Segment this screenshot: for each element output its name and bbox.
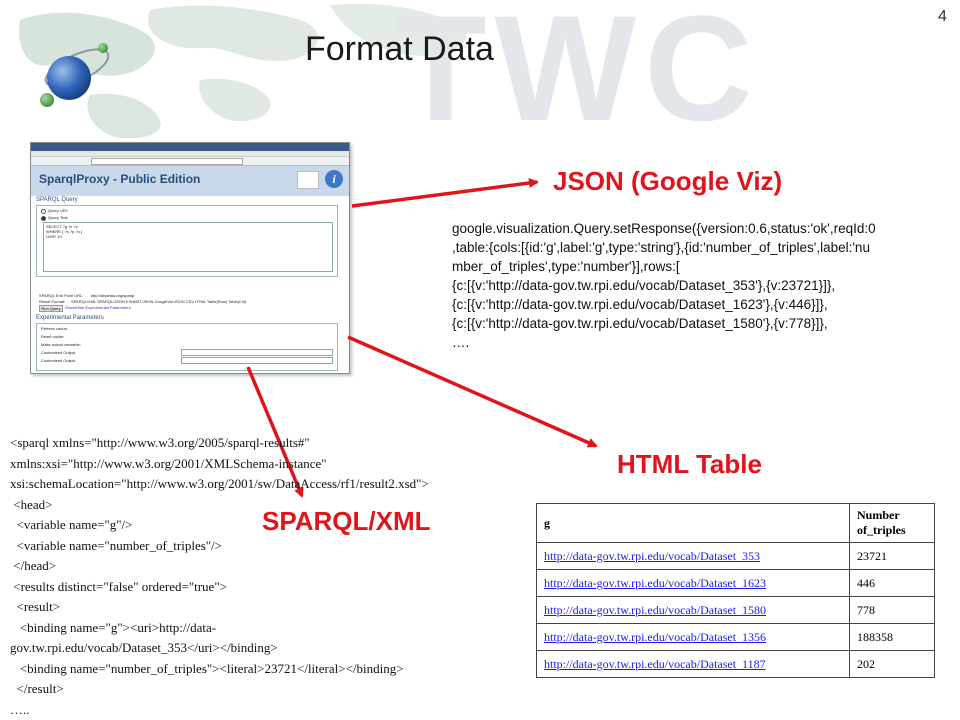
triples-count: 202 bbox=[849, 650, 935, 678]
arrow-to-html-table bbox=[347, 335, 598, 448]
watermark-text: TWC bbox=[395, 0, 761, 152]
triples-count: 778 bbox=[849, 596, 935, 624]
browser-titlebar bbox=[31, 143, 349, 151]
endpoint-label: SPARQL End Point URL: bbox=[39, 293, 84, 298]
run-query-button: Run Query bbox=[39, 305, 63, 312]
html-results-table: g Number of_triples http://data-gov.tw.r… bbox=[536, 503, 935, 678]
table-row: http://data-gov.tw.rpi.edu/vocab/Dataset… bbox=[536, 623, 935, 651]
dataset-link[interactable]: http://data-gov.tw.rpi.edu/vocab/Dataset… bbox=[544, 603, 766, 617]
param-customized-output-1: Customized Output bbox=[41, 350, 76, 355]
table-row: http://data-gov.tw.rpi.edu/vocab/Dataset… bbox=[536, 569, 935, 597]
endpoint-value: http://dbpedia.org/sparql bbox=[91, 293, 135, 298]
table-header-number-of-triples: Number of_triples bbox=[849, 503, 935, 543]
query-text-radio bbox=[41, 216, 46, 221]
triples-count: 23721 bbox=[849, 542, 935, 570]
slide-title: Format Data bbox=[305, 30, 494, 68]
table-row: http://data-gov.tw.rpi.edu/vocab/Dataset… bbox=[536, 542, 935, 570]
app-header: SparqlProxy - Public Edition i bbox=[31, 166, 349, 196]
param-reset-cache: Reset cache: bbox=[41, 334, 65, 339]
query-text-label: Query Text: bbox=[48, 215, 69, 220]
json-output-text: google.visualization.Query.setResponse({… bbox=[452, 221, 876, 350]
query-uri-label: Query URI: bbox=[48, 208, 69, 213]
address-bar bbox=[91, 157, 243, 165]
info-icon: i bbox=[325, 170, 343, 188]
param-refresh-cache: Refresh cache: bbox=[41, 326, 68, 331]
label-json-google-viz: JSON (Google Viz) bbox=[553, 166, 783, 196]
result-format-options: SPARQL/XML SPARQL/JSON EXHIBIT/JSON Goog… bbox=[71, 299, 247, 304]
table-row: http://data-gov.tw.rpi.edu/vocab/Dataset… bbox=[536, 650, 935, 678]
custom-output-field-1 bbox=[181, 349, 333, 356]
result-format-label: Result Format: bbox=[39, 299, 66, 304]
slide-number: 4 bbox=[938, 8, 947, 25]
app-title: SparqlProxy - Public Edition bbox=[39, 172, 201, 186]
table-row: http://data-gov.tw.rpi.edu/vocab/Dataset… bbox=[536, 596, 935, 624]
query-line-3: LIMIT 10 bbox=[46, 234, 62, 239]
dataset-link[interactable]: http://data-gov.tw.rpi.edu/vocab/Dataset… bbox=[544, 630, 766, 644]
triples-count: 446 bbox=[849, 569, 935, 597]
sparql-xml-output-text: <sparql xmlns="http://www.w3.org/2005/sp… bbox=[10, 435, 429, 717]
dataset-link[interactable]: http://data-gov.tw.rpi.edu/vocab/Dataset… bbox=[544, 576, 766, 590]
query-textarea bbox=[43, 222, 333, 272]
dataset-link[interactable]: http://data-gov.tw.rpi.edu/vocab/Dataset… bbox=[544, 549, 760, 563]
logo-badge-icon bbox=[297, 171, 319, 189]
show-params-link: Show/Hide Experimental Parameters bbox=[65, 305, 131, 310]
custom-output-field-2 bbox=[181, 357, 333, 364]
dataset-link[interactable]: http://data-gov.tw.rpi.edu/vocab/Dataset… bbox=[544, 657, 766, 671]
table-header-row: g Number of_triples bbox=[536, 503, 935, 543]
section-sparql-query: SPARQL Query bbox=[36, 197, 78, 203]
sparqlproxy-screenshot: SparqlProxy - Public Edition i SPARQL Qu… bbox=[30, 142, 350, 374]
triples-count: 188358 bbox=[849, 623, 935, 651]
table-header-g: g bbox=[536, 503, 850, 543]
globe-logo-icon bbox=[40, 43, 110, 107]
param-output-viewable: Make output viewable: bbox=[41, 342, 81, 347]
param-customized-output-2: Customized Output bbox=[41, 358, 76, 363]
label-html-table: HTML Table bbox=[617, 449, 762, 479]
browser-toolbar bbox=[31, 157, 349, 166]
section-experimental: Experimental Parameters bbox=[36, 315, 104, 321]
query-uri-radio bbox=[41, 209, 46, 214]
arrow-to-json bbox=[351, 178, 539, 208]
